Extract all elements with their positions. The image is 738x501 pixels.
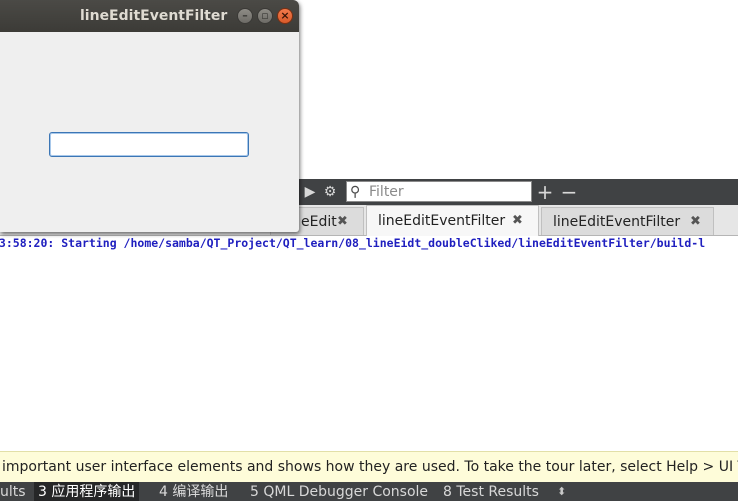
minus-icon[interactable]: − <box>559 182 579 202</box>
minimize-icon[interactable]: – <box>237 8 253 24</box>
run-icon[interactable]: ▶ <box>300 182 320 202</box>
close-icon[interactable]: ✖ <box>337 208 348 236</box>
search-icon: ⚲ <box>350 184 361 200</box>
maximize-icon[interactable]: ▫ <box>257 8 273 24</box>
tab-output-3[interactable]: lineEditEventFilter ✖ <box>541 207 714 235</box>
updown-arrows-icon[interactable]: ⬍ <box>557 482 566 501</box>
tab-output-2[interactable]: lineEditEventFilter ✖ <box>366 205 539 236</box>
close-icon[interactable]: ✖ <box>512 206 523 236</box>
window-titlebar[interactable]: lineEditEventFilter – ▫ × <box>0 0 299 32</box>
filter-input[interactable] <box>369 182 529 201</box>
pane-button-results[interactable]: ults <box>0 482 26 501</box>
pane-button-qml-debugger[interactable]: 5 QML Debugger Console <box>250 482 428 501</box>
close-icon[interactable]: × <box>277 8 293 24</box>
ui-tour-text: important user interface elements and sh… <box>2 459 738 475</box>
plus-icon[interactable]: + <box>535 182 555 202</box>
output-line: 13:58:20: Starting /home/samba/QT_Projec… <box>0 236 706 250</box>
ui-tour-banner: important user interface elements and sh… <box>0 451 738 483</box>
tab-label: lineEditEventFilter <box>378 213 506 229</box>
output-pane-switcher: ults 3 应用程序输出 4 编译输出 5 QML Debugger Cons… <box>0 482 738 501</box>
line-edit-input[interactable] <box>49 132 249 157</box>
pane-button-test-results[interactable]: 8 Test Results <box>443 482 539 501</box>
pane-button-compile-output[interactable]: 4 编译输出 <box>159 482 228 501</box>
window-title: lineEditEventFilter <box>80 8 228 24</box>
tab-label: eEdit <box>301 214 337 230</box>
filter-field[interactable]: ⚲ <box>346 181 532 202</box>
close-icon[interactable]: ✖ <box>690 208 701 236</box>
gear-icon[interactable]: ⚙ <box>320 182 340 202</box>
pane-button-app-output[interactable]: 3 应用程序输出 <box>34 482 140 501</box>
tab-label: lineEditEventFilter <box>553 214 681 230</box>
app-window: lineEditEventFilter – ▫ × <box>0 0 299 232</box>
